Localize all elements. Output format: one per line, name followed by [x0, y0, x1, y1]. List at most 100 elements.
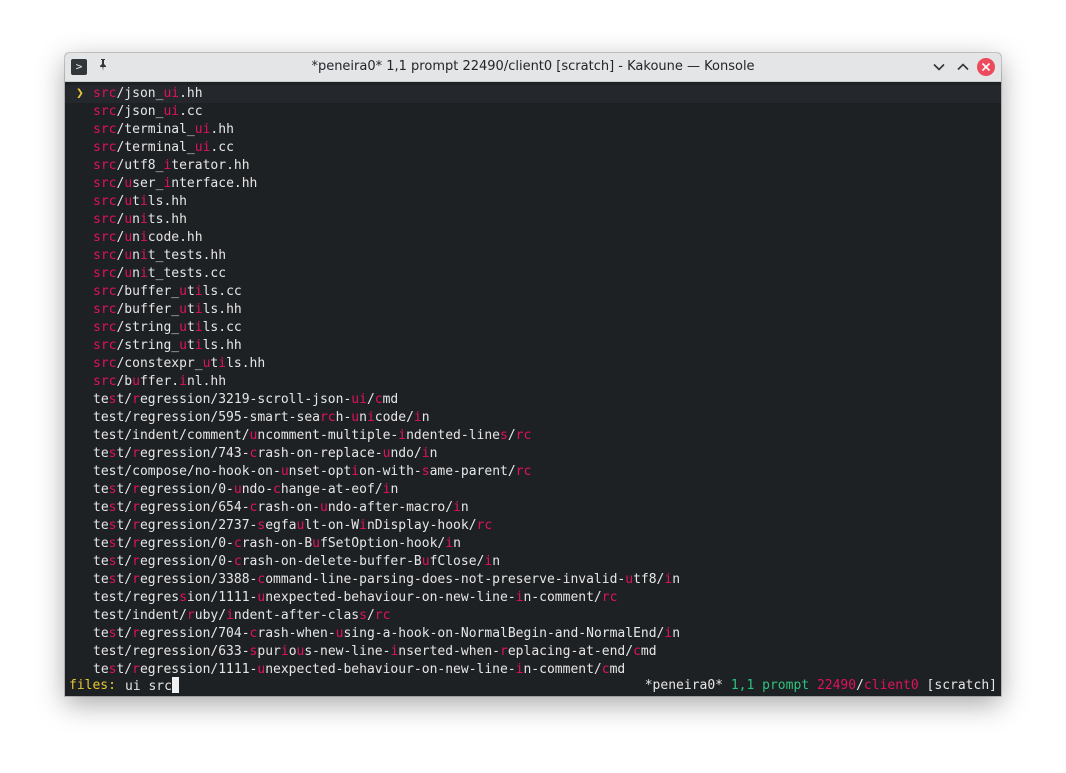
menu-item[interactable]: src/units.hh [65, 211, 1001, 229]
modeline: *peneira0* 1,1 prompt 22490/client0 [scr… [645, 677, 997, 695]
path-text: egression/743- [139, 446, 250, 461]
path-text: nl.hh [186, 374, 227, 389]
menu-item[interactable]: src/utf8_iterator.hh [65, 157, 1001, 175]
path-text: t [186, 302, 195, 317]
selection-marker-icon: ❯ [76, 86, 84, 101]
match-highlight: i [139, 248, 148, 263]
match-highlight: i [194, 338, 203, 353]
prompt-label: files: [69, 678, 116, 693]
menu-item[interactable]: test/regression/595-smart-search-unicode… [65, 409, 1001, 427]
menu-item[interactable]: src/json_ui.cc [65, 103, 1001, 121]
menu-item-path: test/regression/3219-scroll-json-ui/cmd [93, 391, 398, 409]
minimize-button[interactable] [930, 58, 948, 76]
path-text: .hh [179, 86, 203, 101]
match-highlight: i [413, 410, 422, 425]
path-text: t [186, 284, 195, 299]
match-highlight: rc [601, 590, 618, 605]
modeline-buffer: *peneira0* [644, 678, 724, 693]
match-highlight: rc [374, 608, 391, 623]
path-text: code/ [374, 410, 414, 425]
maximize-button[interactable] [954, 58, 972, 76]
match-highlight: r [132, 554, 140, 569]
match-highlight: rc [476, 518, 493, 533]
match-highlight: r [132, 392, 140, 407]
path-text: n [672, 572, 681, 587]
path-text: uby/ [194, 608, 227, 623]
menu-item[interactable]: src/terminal_ui.hh [65, 121, 1001, 139]
path-text: n-comment/ [523, 590, 602, 605]
menu-item[interactable]: src/user_interface.hh [65, 175, 1001, 193]
match-highlight: src [93, 86, 117, 101]
menu-item[interactable]: src/terminal_ui.cc [65, 139, 1001, 157]
menu-item[interactable]: src/string_utils.hh [65, 337, 1001, 355]
maximize-chevron-icon [957, 63, 969, 71]
path-text: .cc [179, 104, 203, 119]
menu-item[interactable]: test/regression/743-crash-on-replace-und… [65, 445, 1001, 463]
menu-item[interactable]: test/regression/3388-command-line-parsin… [65, 571, 1001, 589]
path-text: t/ [116, 662, 133, 677]
path-text: ncomment-multiple- [257, 428, 399, 443]
menu-item[interactable]: test/regression/0-crash-on-BufSetOption-… [65, 535, 1001, 553]
path-text: /json_ [116, 86, 164, 101]
path-text: sing-a-hook-on-NormalBegin-and-NormalEnd… [343, 626, 665, 641]
match-highlight: i [421, 446, 430, 461]
path-text: nDisplay-hook/ [366, 518, 477, 533]
menu-item[interactable]: src/unit_tests.hh [65, 247, 1001, 265]
menu-item[interactable]: src/unit_tests.cc [65, 265, 1001, 283]
path-text: t_tests.cc [147, 266, 227, 281]
path-text: n [132, 230, 140, 245]
menu-item[interactable]: test/indent/comment/uncomment-multiple-i… [65, 427, 1001, 445]
menu-item[interactable]: test/regression/704-crash-when-using-a-h… [65, 625, 1001, 643]
menu-item[interactable]: test/regression/2737-segfault-on-WinDisp… [65, 517, 1001, 535]
terminal-view[interactable]: ❯ src/json_ui.hh src/json_ui.cc src/termina… [65, 82, 1001, 696]
path-text: ndo/ [390, 446, 422, 461]
path-text: .hh [210, 122, 234, 137]
menu-item-path: test/regression/0-crash-on-delete-buffer… [93, 553, 500, 571]
menu-item[interactable]: src/unicode.hh [65, 229, 1001, 247]
titlebar[interactable]: > *peneira0* 1,1 prompt 22490/client0 [s… [65, 53, 1001, 82]
prompt-input-text[interactable]: ui src [125, 679, 172, 694]
menu-item[interactable]: test/compose/no-hook-on-unset-option-wit… [65, 463, 1001, 481]
menu-item-path: src/json_ui.hh [93, 85, 203, 103]
path-text: /string_ [116, 320, 180, 335]
menu-item[interactable]: src/string_utils.cc [65, 319, 1001, 337]
menu-item[interactable]: src/buffer.inl.hh [65, 373, 1001, 391]
prompt-input[interactable]: ui src [125, 677, 179, 696]
menu-item[interactable]: test/regression/3219-scroll-json-ui/cmd [65, 391, 1001, 409]
menu-item[interactable]: test/regression/0-undo-change-at-eof/in [65, 481, 1001, 499]
path-text: test/regres [93, 590, 180, 605]
match-highlight: rc [515, 428, 532, 443]
menu-item[interactable]: src/buffer_utils.cc [65, 283, 1001, 301]
path-text: fClose/ [429, 554, 485, 569]
menu-item-path: src/terminal_ui.hh [93, 121, 234, 139]
path-text: te [93, 446, 109, 461]
path-text: egression/704- [139, 626, 250, 641]
match-highlight: src [93, 140, 117, 155]
menu-item[interactable]: src/utils.hh [65, 193, 1001, 211]
path-text: ommand-line-parsing-does-not-preserve-in… [265, 572, 626, 587]
path-text: t_tests.hh [147, 248, 227, 263]
path-text: / [366, 392, 375, 407]
match-highlight: i [218, 356, 227, 371]
close-button[interactable] [977, 58, 995, 76]
path-text: t [132, 194, 140, 209]
path-text: ndo-after-macro/ [327, 500, 454, 515]
match-highlight: u [421, 554, 430, 569]
match-highlight: i [445, 536, 454, 551]
path-text: nexpected-behaviour-on-new-line- [265, 590, 516, 605]
menu-item-path: test/regression/595-smart-search-unicode… [93, 409, 430, 427]
menu-item[interactable]: test/indent/ruby/indent-after-class/rc [65, 607, 1001, 625]
menu-item[interactable]: test/regression/1111-unexpected-behaviou… [65, 589, 1001, 607]
path-text: /constexpr_ [116, 356, 203, 371]
path-text: ls.cc [202, 320, 242, 335]
menu-item[interactable]: test/regression/0-crash-on-delete-buffer… [65, 553, 1001, 571]
menu-item[interactable]: test/regression/633-spurious-new-line-in… [65, 643, 1001, 661]
path-text: rash-on-delete-buffer-B [241, 554, 422, 569]
menu-item[interactable]: src/buffer_utils.hh [65, 301, 1001, 319]
menu-item[interactable]: ❯ src/json_ui.hh [65, 85, 1001, 103]
menu-item[interactable]: test/regression/654-crash-on-undo-after-… [65, 499, 1001, 517]
path-text: egfa [265, 518, 297, 533]
menu-item[interactable]: src/constexpr_utils.hh [65, 355, 1001, 373]
path-text: /terminal_ [116, 122, 195, 137]
path-text: n [429, 446, 438, 461]
